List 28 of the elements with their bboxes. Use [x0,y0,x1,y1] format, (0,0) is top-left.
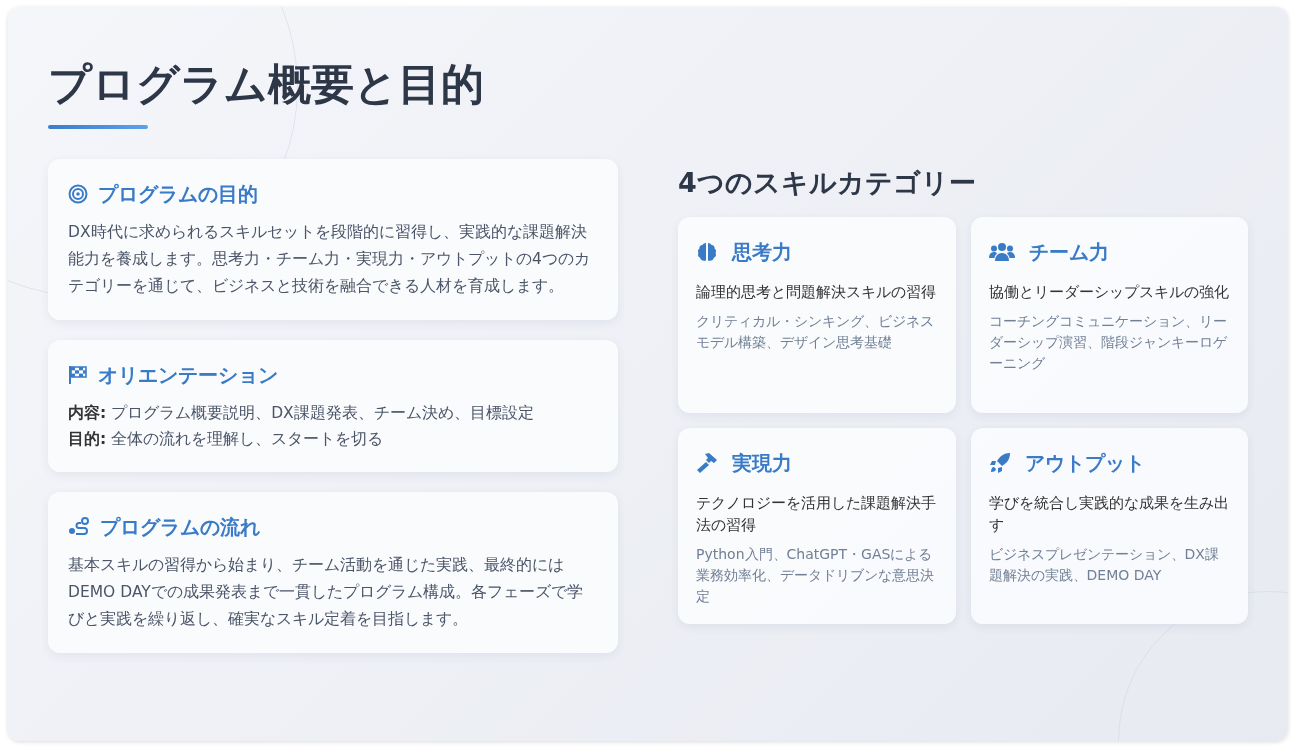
hammer-icon [696,452,718,474]
card-heading: オリエンテーション [98,361,278,389]
skill-name: チーム力 [1028,239,1109,266]
detail-line: 目的: 全体の流れを理解し、スタートを切る [68,428,385,450]
detail-line: 内容: プログラム概要説明、DX課題発表、チーム決め、目標設定 [68,402,535,424]
card-text: DX時代に求められるスキルセットを段階的に習得し、実践的な課題解決能力を養成します。思考力・チーム力・実現力・アウトプットの4つのカテゴリーを通じて、ビジネスと技術を融合できる人材を育成します。 [68,221,591,297]
card-heading: プログラムの流れ [100,513,260,541]
checkered-flag-icon [68,364,88,385]
skill-description: テクノロジーを活用した課題解決手法の習得 [696,494,937,535]
card-heading: プログラムの目的 [98,180,258,208]
skill-name: 実現力 [732,450,792,477]
target-icon [68,183,88,204]
skill-description: 論理的思考と問題解決スキルの習得 [696,283,937,302]
brain-icon [696,241,718,263]
people-icon [988,242,1015,262]
skill-details: ビジネスプレゼンテーション、DX課題解決の実践、DEMO DAY [988,545,1220,585]
skill-name: アウトプット [1024,450,1145,477]
card-text: 基本スキルの習得から始まり、チーム活動を通じた実践、最終的にはDEMO DAYでの成果発表まで一貫したプログラム構成。各フェーズで学びと実践を繰り返し、確実なスキル定着を目指します。 [68,554,584,630]
skill-details: Python入門、ChatGPT・GASによる業務効率化、データドリブンな意思決定 [696,545,935,606]
skill-description: 協働とリーダーシップスキルの強化 [988,283,1230,302]
skill-name: 思考力 [732,239,792,266]
rocket-icon [988,452,1011,474]
slide-title: プログラム概要と目的 [48,59,485,111]
route-icon [68,516,90,537]
skill-details: クリティカル・シンキング、ビジネスモデル構築、デザイン思考基礎 [696,312,935,352]
skill-description: 学びを統合し実践的な成果を生み出す [988,494,1230,535]
section-heading: 4つのスキルカテゴリー [678,166,977,199]
skill-details: コーチングコミュニケーション、リーダーシップ演習、階段ジャンキーロゲーニング [988,312,1229,373]
